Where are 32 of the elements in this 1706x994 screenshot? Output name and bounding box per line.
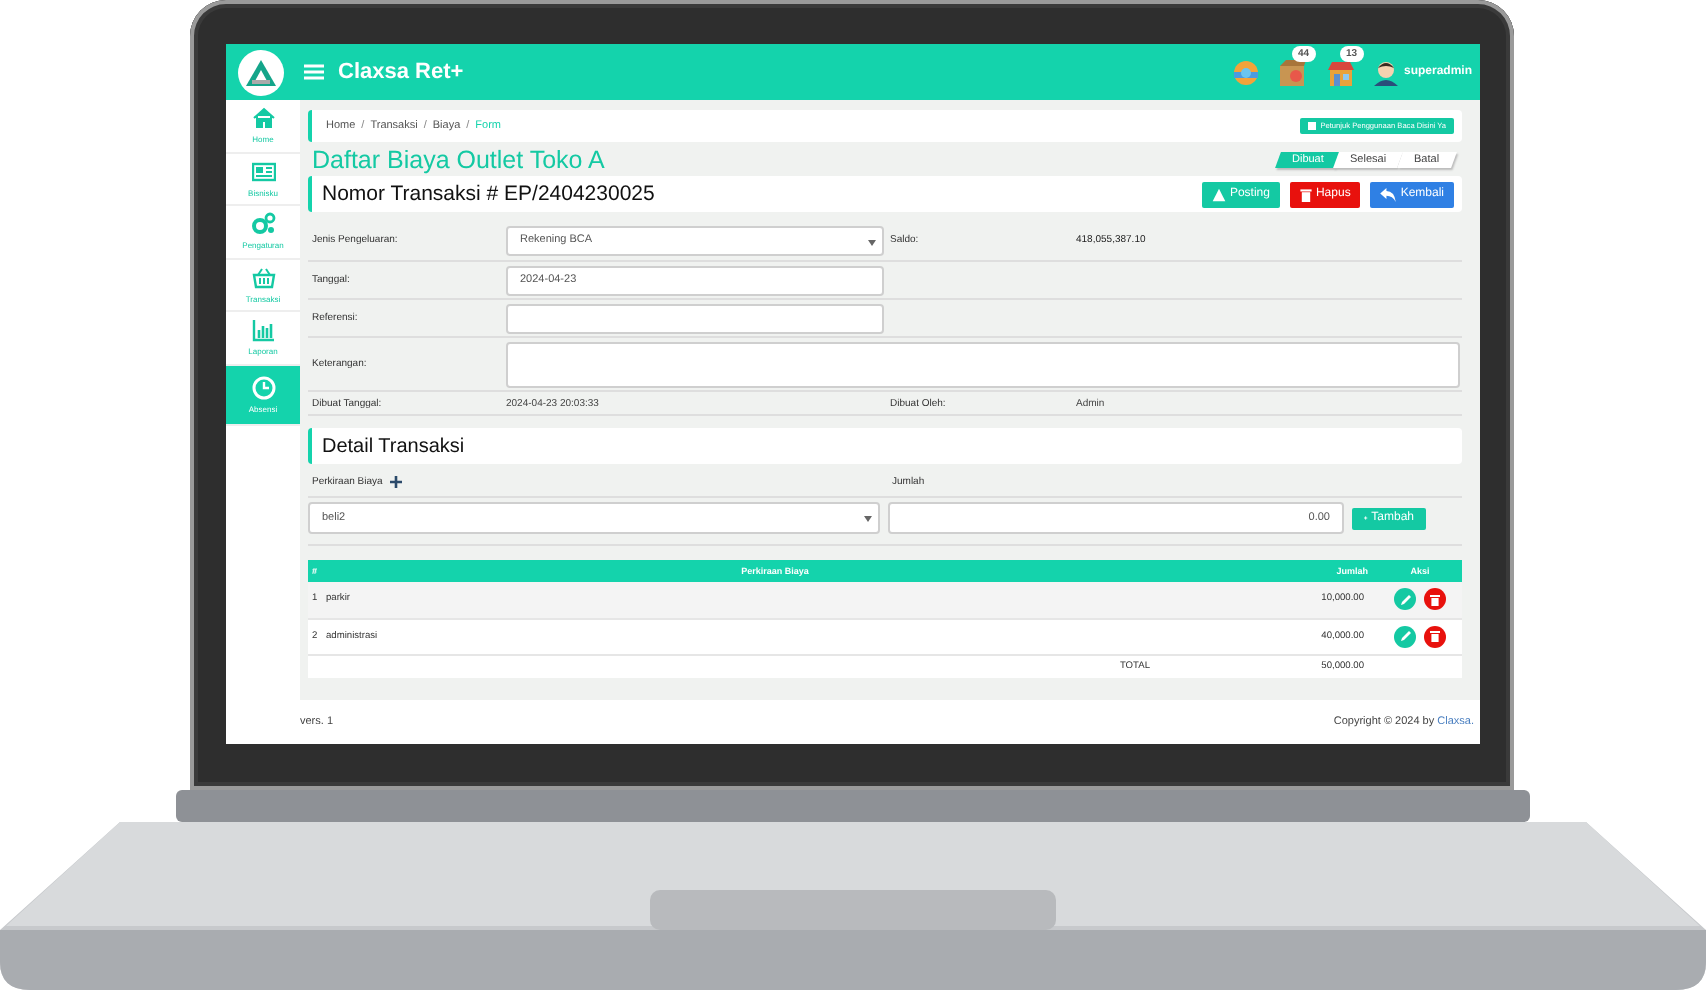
- delete-button[interactable]: [1424, 588, 1446, 611]
- edit-button[interactable]: [1394, 625, 1416, 648]
- store-icon[interactable]: [1325, 57, 1356, 87]
- reply-arrow-icon: [1380, 187, 1397, 201]
- textarea-field[interactable]: [506, 341, 1460, 387]
- trash-icon: [1430, 593, 1440, 606]
- plus-icon[interactable]: [390, 476, 403, 488]
- pencil-icon: [1399, 630, 1411, 643]
- transaction-title: Nomor Transaksi # EP/2404230025: [322, 182, 655, 206]
- logo-icon[interactable]: [238, 49, 284, 95]
- clock-icon: [251, 375, 275, 399]
- section-title: Detail Transaksi: [322, 435, 465, 457]
- package-icon[interactable]: [1277, 57, 1308, 87]
- caret-icon: [868, 239, 876, 245]
- user-avatar-icon[interactable]: [1373, 59, 1398, 85]
- home-icon: [251, 106, 275, 131]
- newspaper-icon: [251, 159, 275, 184]
- bar-chart-icon: [251, 318, 275, 343]
- caret-icon: [864, 516, 872, 522]
- pencil-icon: [1399, 593, 1411, 606]
- page-title: Daftar Biaya Outlet Toko A: [312, 145, 605, 173]
- app-title: Claxsa Ret+: [338, 60, 464, 84]
- globe-icon[interactable]: [1231, 59, 1260, 85]
- trash-icon: [1299, 187, 1312, 201]
- gears-icon: [251, 212, 275, 237]
- delete-button[interactable]: [1424, 625, 1446, 648]
- basket-icon: [251, 265, 275, 290]
- warning-icon: [1211, 187, 1226, 201]
- menu-icon[interactable]: [304, 64, 324, 80]
- input-field[interactable]: [506, 303, 884, 333]
- trash-icon: [1430, 630, 1440, 643]
- edit-button[interactable]: [1394, 588, 1416, 611]
